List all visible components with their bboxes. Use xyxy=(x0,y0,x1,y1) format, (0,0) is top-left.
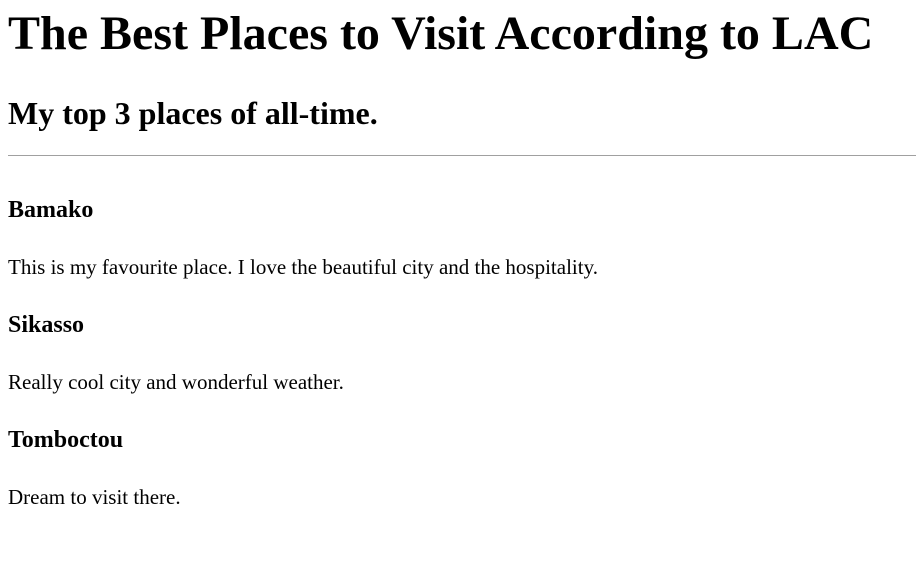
place-name: Bamako xyxy=(8,197,94,223)
divider xyxy=(8,155,916,156)
place-description: This is my favourite place. I love the b… xyxy=(8,255,598,279)
place-item-bamako: Bamako This is my favourite place. I lov… xyxy=(8,194,908,309)
place-name: Tomboctou xyxy=(8,427,124,453)
place-description: Really cool city and wonderful weather. xyxy=(8,370,344,394)
page-subtitle: My top 3 places of all-time. xyxy=(8,95,378,131)
place-description: Dream to visit there. xyxy=(8,485,181,509)
place-name: Sikasso xyxy=(8,312,85,338)
place-list: Bamako This is my favourite place. I lov… xyxy=(8,194,908,539)
page-title: The Best Places to Visit According to LA… xyxy=(8,7,874,60)
place-item-sikasso: Sikasso Really cool city and wonderful w… xyxy=(8,309,908,424)
page: The Best Places to Visit According to LA… xyxy=(0,0,920,580)
place-item-tomboctou: Tomboctou Dream to visit there. xyxy=(8,424,908,539)
